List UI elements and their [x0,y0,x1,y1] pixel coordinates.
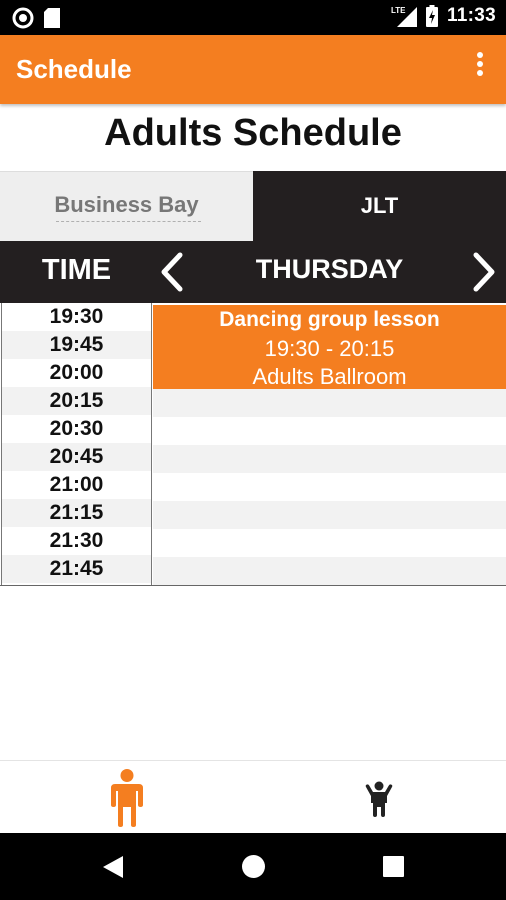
schedule-grid: 19:30 19:45 20:00 20:15 20:30 20:45 21:0… [0,303,506,586]
tab-underline [56,221,201,222]
app-bar-title: Schedule [16,54,132,84]
time-column: 19:30 19:45 20:00 20:15 20:30 20:45 21:0… [1,303,152,585]
event-name: Dancing group lesson [219,308,440,331]
recents-icon[interactable] [383,856,404,877]
sd-card-icon [44,8,60,28]
schedule-row [153,473,506,501]
battery-charging-icon [425,5,438,27]
time-slot: 21:15 [2,499,151,527]
event-time: 19:30 - 20:15 [264,336,395,361]
status-time: 11:33 [446,5,496,26]
child-person-icon [365,781,393,817]
schedule-row [153,529,506,557]
signal-icon: LTE [391,6,417,27]
back-icon[interactable] [101,854,125,880]
schedule-row [153,557,506,585]
schedule-row [153,389,506,417]
time-slot: 21:45 [2,555,151,583]
circle-notification-icon [12,7,34,29]
kids-tab-button[interactable] [253,761,506,834]
time-slot: 19:45 [2,331,151,359]
adult-person-icon [111,769,143,827]
status-bar: LTE 11:33 [0,0,506,35]
app-bar: Schedule [0,35,506,104]
more-vert-icon[interactable] [474,52,486,82]
day-title: THURSDAY [255,254,404,284]
schedule-row [153,501,506,529]
event-room: Adults Ballroom [252,364,407,389]
tab-jlt[interactable]: JLT [253,171,506,241]
tab-business-bay[interactable]: Business Bay [0,171,253,241]
time-slot: 20:45 [2,443,151,471]
home-icon[interactable] [241,854,266,879]
time-slot: 20:00 [49,361,104,384]
time-slot: 19:30 [49,305,104,328]
time-slot: 20:30 [49,417,104,440]
schedule-row [153,445,506,473]
time-slot: 21:30 [49,529,104,552]
bottom-navigation [0,760,506,834]
page-title: Adults Schedule [104,112,402,154]
tab-business-bay-label: Business Bay [54,192,199,217]
event-dancing-group-lesson[interactable]: Dancing group lesson 19:30 - 20:15 Adult… [153,305,506,389]
adults-tab-button[interactable] [0,761,253,834]
chevron-right-icon[interactable] [464,251,504,293]
schedule-header: TIME THURSDAY [0,241,506,303]
time-slot: 20:15 [2,387,151,415]
time-slot: 21:00 [49,473,104,496]
time-column-header: TIME [41,254,112,286]
tab-jlt-label: JLT [360,193,399,218]
location-tabs: Business Bay JLT [0,171,506,241]
system-navigation-bar [0,833,506,900]
network-label: LTE [391,6,406,15]
schedule-row [153,417,506,445]
